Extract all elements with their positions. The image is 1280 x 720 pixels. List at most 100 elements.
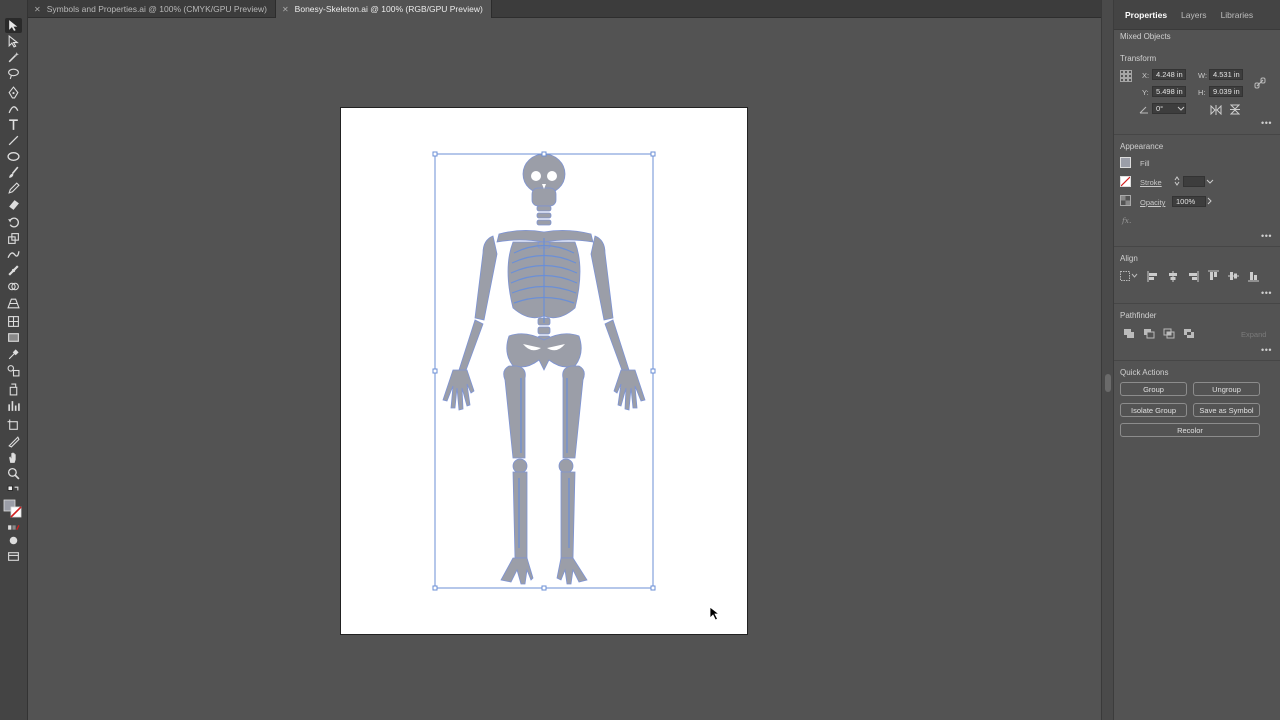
close-tab-icon[interactable]: ✕	[34, 5, 41, 14]
opacity-icon[interactable]	[1120, 195, 1131, 206]
tab-libraries[interactable]: Libraries	[1214, 0, 1261, 30]
document-tab-active[interactable]: ✕ Bonesy-Skeleton.ai @ 100% (RGB/GPU Pre…	[275, 0, 492, 18]
warp-tool-icon[interactable]	[5, 247, 22, 262]
magic-wand-tool-icon[interactable]	[5, 50, 22, 65]
stroke-label[interactable]: Stroke	[1140, 178, 1162, 187]
y-field[interactable]: 5.498 in	[1152, 86, 1186, 97]
document-tab-bar: ✕ Symbols and Properties.ai @ 100% (CMYK…	[28, 0, 1101, 18]
close-tab-icon[interactable]: ✕	[282, 5, 289, 14]
align-bottom-icon[interactable]	[1246, 270, 1260, 282]
pathfinder-title: Pathfinder	[1120, 311, 1157, 320]
drawing-mode-icon[interactable]	[5, 533, 22, 548]
ungroup-button[interactable]: Ungroup	[1193, 382, 1260, 396]
document-tab[interactable]: ✕ Symbols and Properties.ai @ 100% (CMYK…	[28, 0, 276, 18]
align-right-icon[interactable]	[1186, 270, 1200, 282]
hand-tool-icon[interactable]	[5, 450, 22, 465]
expand-button[interactable]: Expand	[1241, 330, 1266, 339]
eraser-tool-icon[interactable]	[5, 197, 22, 212]
type-tool-icon[interactable]	[5, 117, 22, 132]
mesh-tool-icon[interactable]	[5, 314, 22, 329]
curvature-tool-icon[interactable]	[5, 101, 22, 116]
more-options-icon[interactable]: •••	[1261, 345, 1272, 355]
lasso-tool-icon[interactable]	[5, 66, 22, 81]
flip-vertical-icon[interactable]	[1229, 104, 1241, 115]
quick-actions-title: Quick Actions	[1120, 368, 1169, 377]
canvas[interactable]	[28, 18, 1101, 720]
direct-selection-tool-icon[interactable]	[5, 34, 22, 49]
fill-label: Fill	[1140, 159, 1150, 168]
tools-panel	[0, 0, 28, 720]
x-field[interactable]: 4.248 in	[1152, 69, 1186, 80]
blend-tool-icon[interactable]	[5, 363, 22, 378]
stroke-swatch[interactable]	[1120, 176, 1131, 187]
screen-mode-icon[interactable]	[5, 549, 22, 564]
zoom-tool-icon[interactable]	[5, 466, 22, 481]
appearance-title: Appearance	[1120, 142, 1164, 151]
align-to-selection-icon[interactable]	[1120, 270, 1138, 282]
w-field[interactable]: 4.531 in	[1209, 69, 1243, 80]
align-left-icon[interactable]	[1146, 270, 1160, 282]
align-horizontal-center-icon[interactable]	[1166, 270, 1180, 282]
chevron-down-icon[interactable]	[1176, 104, 1186, 114]
opacity-label[interactable]: Opacity	[1140, 198, 1165, 207]
fill-stroke-swatch-icon[interactable]	[3, 498, 23, 520]
default-fill-stroke-icon[interactable]	[5, 484, 22, 499]
slice-tool-icon[interactable]	[5, 434, 22, 449]
intersect-icon[interactable]	[1162, 327, 1175, 339]
more-options-icon[interactable]: •••	[1261, 231, 1272, 241]
column-graph-tool-icon[interactable]	[5, 398, 22, 413]
y-label: Y:	[1142, 88, 1149, 97]
scrollbar-thumb[interactable]	[1105, 374, 1111, 392]
paintbrush-tool-icon[interactable]	[5, 165, 22, 180]
gradient-tool-icon[interactable]	[5, 330, 22, 345]
divider	[1114, 246, 1280, 247]
align-title: Align	[1120, 254, 1138, 263]
selection-tool-icon[interactable]	[5, 18, 22, 33]
stroke-weight-stepper-icon[interactable]	[1173, 175, 1181, 187]
skeleton-artwork[interactable]	[341, 108, 749, 636]
more-options-icon[interactable]: •••	[1261, 118, 1272, 128]
constrain-proportions-icon[interactable]	[1254, 77, 1266, 89]
flip-horizontal-icon[interactable]	[1210, 104, 1222, 115]
illustrator-window: ✕ Symbols and Properties.ai @ 100% (CMYK…	[0, 0, 1280, 720]
x-label: X:	[1142, 71, 1150, 80]
align-top-icon[interactable]	[1206, 270, 1220, 282]
reference-point-icon[interactable]	[1120, 70, 1132, 82]
tab-properties[interactable]: Properties	[1118, 0, 1174, 30]
opacity-field[interactable]: 100%	[1172, 196, 1206, 207]
tab-layers[interactable]: Layers	[1174, 0, 1214, 30]
fx-icon[interactable]: fx.	[1122, 216, 1131, 225]
symbol-sprayer-tool-icon[interactable]	[5, 382, 22, 397]
more-options-icon[interactable]: •••	[1261, 288, 1272, 298]
unite-icon[interactable]	[1122, 327, 1135, 339]
artboard-tool-icon[interactable]	[5, 418, 22, 433]
minus-front-icon[interactable]	[1142, 327, 1155, 339]
scale-tool-icon[interactable]	[5, 231, 22, 246]
mouse-cursor-icon	[709, 606, 721, 621]
artboard[interactable]	[340, 107, 748, 635]
eyedropper-tool-icon[interactable]	[5, 347, 22, 362]
pencil-tool-icon[interactable]	[5, 181, 22, 196]
pen-tool-icon[interactable]	[5, 85, 22, 100]
ellipse-tool-icon[interactable]	[5, 149, 22, 164]
divider	[1114, 303, 1280, 304]
shape-builder-tool-icon[interactable]	[5, 279, 22, 294]
tab-label: Bonesy-Skeleton.ai @ 100% (RGB/GPU Previ…	[294, 4, 483, 14]
width-tool-icon[interactable]	[5, 263, 22, 278]
exclude-icon[interactable]	[1182, 327, 1195, 339]
stroke-weight-field[interactable]	[1183, 176, 1205, 187]
vertical-scrollbar[interactable]	[1101, 0, 1113, 720]
perspective-grid-tool-icon[interactable]	[5, 296, 22, 311]
line-tool-icon[interactable]	[5, 133, 22, 148]
rotate-tool-icon[interactable]	[5, 215, 22, 230]
chevron-right-icon[interactable]	[1205, 196, 1215, 206]
save-as-symbol-button[interactable]: Save as Symbol	[1193, 403, 1260, 417]
chevron-down-icon[interactable]	[1205, 177, 1215, 186]
group-button[interactable]: Group	[1120, 382, 1187, 396]
h-label: H:	[1198, 88, 1206, 97]
fill-swatch[interactable]	[1120, 157, 1131, 168]
isolate-group-button[interactable]: Isolate Group	[1120, 403, 1187, 417]
align-vertical-center-icon[interactable]	[1226, 270, 1240, 282]
recolor-button[interactable]: Recolor	[1120, 423, 1260, 437]
h-field[interactable]: 9.039 in	[1209, 86, 1243, 97]
